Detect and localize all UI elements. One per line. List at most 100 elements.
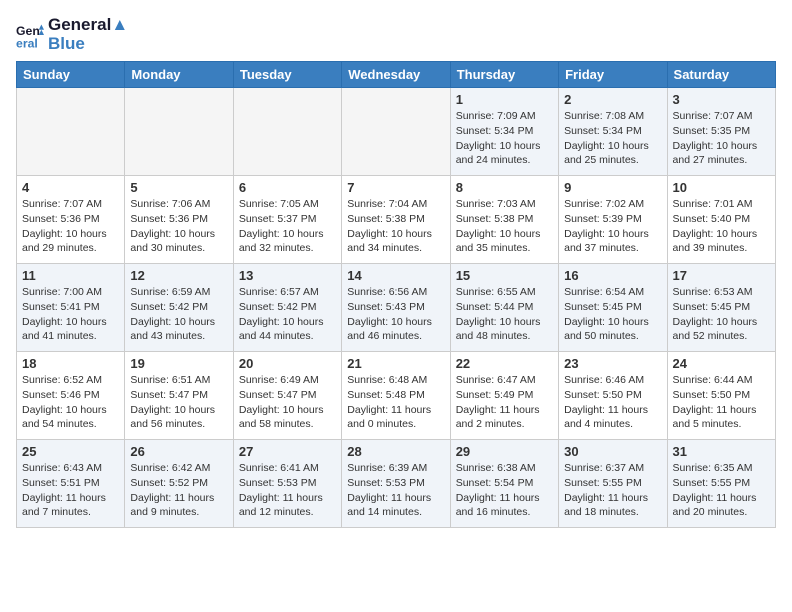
calendar-cell: 5 Sunrise: 7:06 AMSunset: 5:36 PMDaylight…: [125, 176, 233, 264]
day-number: 30: [564, 444, 661, 459]
calendar-cell: 10Sunrise: 7:01 AMSunset: 5:40 PMDayligh…: [667, 176, 775, 264]
calendar-cell: 28 Sunrise: 6:39 AMSunset: 5:53 PMDayligh…: [342, 440, 450, 528]
day-info: Sunrise: 6:43 AMSunset: 5:51 PMDaylight:…: [22, 461, 119, 520]
weekday-header-thursday: Thursday: [450, 62, 558, 88]
svg-text:eral: eral: [16, 36, 38, 49]
weekday-header-wednesday: Wednesday: [342, 62, 450, 88]
day-number: 24: [673, 356, 770, 371]
day-info: Sunrise: 7:07 AMSunset: 5:35 PMDaylight:…: [673, 109, 770, 168]
day-info: Sunrise: 6:54 AMSunset: 5:45 PMDaylight:…: [564, 285, 661, 344]
day-number: 31: [673, 444, 770, 459]
day-info: Sunrise: 6:37 AMSunset: 5:55 PMDaylight:…: [564, 461, 661, 520]
weekday-header-row: SundayMondayTuesdayWednesdayThursdayFrid…: [17, 62, 776, 88]
calendar-cell: [342, 88, 450, 176]
calendar-cell: 20 Sunrise: 6:49 AMSunset: 5:47 PMDayligh…: [233, 352, 341, 440]
logo-text-line1: General▲: [48, 16, 128, 35]
day-info: Sunrise: 6:47 AMSunset: 5:49 PMDaylight:…: [456, 373, 553, 432]
day-number: 6: [239, 180, 336, 195]
calendar-cell: 9 Sunrise: 7:02 AMSunset: 5:39 PMDaylight…: [559, 176, 667, 264]
calendar-cell: 26 Sunrise: 6:42 AMSunset: 5:52 PMDayligh…: [125, 440, 233, 528]
day-number: 27: [239, 444, 336, 459]
day-info: Sunrise: 7:02 AMSunset: 5:39 PMDaylight:…: [564, 197, 661, 256]
day-number: 21: [347, 356, 444, 371]
calendar-cell: 30 Sunrise: 6:37 AMSunset: 5:55 PMDayligh…: [559, 440, 667, 528]
day-number: 20: [239, 356, 336, 371]
day-number: 18: [22, 356, 119, 371]
calendar-cell: 4 Sunrise: 7:07 AMSunset: 5:36 PMDaylight…: [17, 176, 125, 264]
day-info: Sunrise: 6:38 AMSunset: 5:54 PMDaylight:…: [456, 461, 553, 520]
calendar-cell: [17, 88, 125, 176]
calendar-cell: 13 Sunrise: 6:57 AMSunset: 5:42 PMDayligh…: [233, 264, 341, 352]
calendar-cell: 1 Sunrise: 7:09 AMSunset: 5:34 PMDaylight…: [450, 88, 558, 176]
calendar-cell: 22Sunrise: 6:47 AMSunset: 5:49 PMDayligh…: [450, 352, 558, 440]
calendar-cell: 27 Sunrise: 6:41 AMSunset: 5:53 PMDayligh…: [233, 440, 341, 528]
calendar-cell: 14Sunrise: 6:56 AMSunset: 5:43 PMDayligh…: [342, 264, 450, 352]
weekday-header-tuesday: Tuesday: [233, 62, 341, 88]
logo-icon: Gen eral: [16, 21, 44, 49]
day-info: Sunrise: 6:56 AMSunset: 5:43 PMDaylight:…: [347, 285, 444, 344]
calendar-cell: 12Sunrise: 6:59 AMSunset: 5:42 PMDayligh…: [125, 264, 233, 352]
calendar-cell: 23 Sunrise: 6:46 AMSunset: 5:50 PMDayligh…: [559, 352, 667, 440]
day-number: 1: [456, 92, 553, 107]
day-number: 23: [564, 356, 661, 371]
day-number: 19: [130, 356, 227, 371]
week-row-1: 1 Sunrise: 7:09 AMSunset: 5:34 PMDaylight…: [17, 88, 776, 176]
day-number: 13: [239, 268, 336, 283]
week-row-3: 11 Sunrise: 7:00 AMSunset: 5:41 PMDayligh…: [17, 264, 776, 352]
week-row-2: 4 Sunrise: 7:07 AMSunset: 5:36 PMDaylight…: [17, 176, 776, 264]
calendar-cell: 6 Sunrise: 7:05 AMSunset: 5:37 PMDaylight…: [233, 176, 341, 264]
day-info: Sunrise: 6:52 AMSunset: 5:46 PMDaylight:…: [22, 373, 119, 432]
weekday-header-friday: Friday: [559, 62, 667, 88]
calendar-cell: 17 Sunrise: 6:53 AMSunset: 5:45 PMDayligh…: [667, 264, 775, 352]
calendar-cell: [125, 88, 233, 176]
day-info: Sunrise: 7:01 AMSunset: 5:40 PMDaylight:…: [673, 197, 770, 256]
calendar-cell: [233, 88, 341, 176]
day-info: Sunrise: 6:57 AMSunset: 5:42 PMDaylight:…: [239, 285, 336, 344]
page-header: Gen eral General▲ Blue: [16, 16, 776, 53]
day-number: 17: [673, 268, 770, 283]
day-number: 28: [347, 444, 444, 459]
day-number: 16: [564, 268, 661, 283]
day-number: 11: [22, 268, 119, 283]
day-number: 3: [673, 92, 770, 107]
day-number: 4: [22, 180, 119, 195]
weekday-header-monday: Monday: [125, 62, 233, 88]
day-info: Sunrise: 6:55 AMSunset: 5:44 PMDaylight:…: [456, 285, 553, 344]
day-info: Sunrise: 6:44 AMSunset: 5:50 PMDaylight:…: [673, 373, 770, 432]
calendar-cell: 7 Sunrise: 7:04 AMSunset: 5:38 PMDaylight…: [342, 176, 450, 264]
day-info: Sunrise: 6:42 AMSunset: 5:52 PMDaylight:…: [130, 461, 227, 520]
day-info: Sunrise: 7:06 AMSunset: 5:36 PMDaylight:…: [130, 197, 227, 256]
day-info: Sunrise: 7:09 AMSunset: 5:34 PMDaylight:…: [456, 109, 553, 168]
day-number: 5: [130, 180, 227, 195]
day-info: Sunrise: 7:07 AMSunset: 5:36 PMDaylight:…: [22, 197, 119, 256]
day-info: Sunrise: 6:41 AMSunset: 5:53 PMDaylight:…: [239, 461, 336, 520]
calendar-cell: 16 Sunrise: 6:54 AMSunset: 5:45 PMDayligh…: [559, 264, 667, 352]
calendar-cell: 8Sunrise: 7:03 AMSunset: 5:38 PMDaylight…: [450, 176, 558, 264]
day-number: 2: [564, 92, 661, 107]
week-row-4: 18 Sunrise: 6:52 AMSunset: 5:46 PMDayligh…: [17, 352, 776, 440]
calendar-cell: 3 Sunrise: 7:07 AMSunset: 5:35 PMDaylight…: [667, 88, 775, 176]
calendar-cell: 18 Sunrise: 6:52 AMSunset: 5:46 PMDayligh…: [17, 352, 125, 440]
day-info: Sunrise: 6:46 AMSunset: 5:50 PMDaylight:…: [564, 373, 661, 432]
calendar-cell: 19Sunrise: 6:51 AMSunset: 5:47 PMDayligh…: [125, 352, 233, 440]
day-info: Sunrise: 7:00 AMSunset: 5:41 PMDaylight:…: [22, 285, 119, 344]
day-info: Sunrise: 6:48 AMSunset: 5:48 PMDaylight:…: [347, 373, 444, 432]
day-number: 9: [564, 180, 661, 195]
calendar-cell: 21 Sunrise: 6:48 AMSunset: 5:48 PMDayligh…: [342, 352, 450, 440]
calendar-cell: 31 Sunrise: 6:35 AMSunset: 5:55 PMDayligh…: [667, 440, 775, 528]
day-info: Sunrise: 6:39 AMSunset: 5:53 PMDaylight:…: [347, 461, 444, 520]
day-number: 7: [347, 180, 444, 195]
day-info: Sunrise: 6:53 AMSunset: 5:45 PMDaylight:…: [673, 285, 770, 344]
day-info: Sunrise: 7:04 AMSunset: 5:38 PMDaylight:…: [347, 197, 444, 256]
day-info: Sunrise: 7:05 AMSunset: 5:37 PMDaylight:…: [239, 197, 336, 256]
day-info: Sunrise: 7:03 AMSunset: 5:38 PMDaylight:…: [456, 197, 553, 256]
calendar-cell: 2Sunrise: 7:08 AMSunset: 5:34 PMDaylight…: [559, 88, 667, 176]
day-number: 15: [456, 268, 553, 283]
day-info: Sunrise: 6:59 AMSunset: 5:42 PMDaylight:…: [130, 285, 227, 344]
calendar-cell: 25Sunrise: 6:43 AMSunset: 5:51 PMDayligh…: [17, 440, 125, 528]
day-info: Sunrise: 6:35 AMSunset: 5:55 PMDaylight:…: [673, 461, 770, 520]
day-info: Sunrise: 6:49 AMSunset: 5:47 PMDaylight:…: [239, 373, 336, 432]
day-number: 26: [130, 444, 227, 459]
logo-text-line2: Blue: [48, 35, 128, 54]
calendar-cell: 11 Sunrise: 7:00 AMSunset: 5:41 PMDayligh…: [17, 264, 125, 352]
